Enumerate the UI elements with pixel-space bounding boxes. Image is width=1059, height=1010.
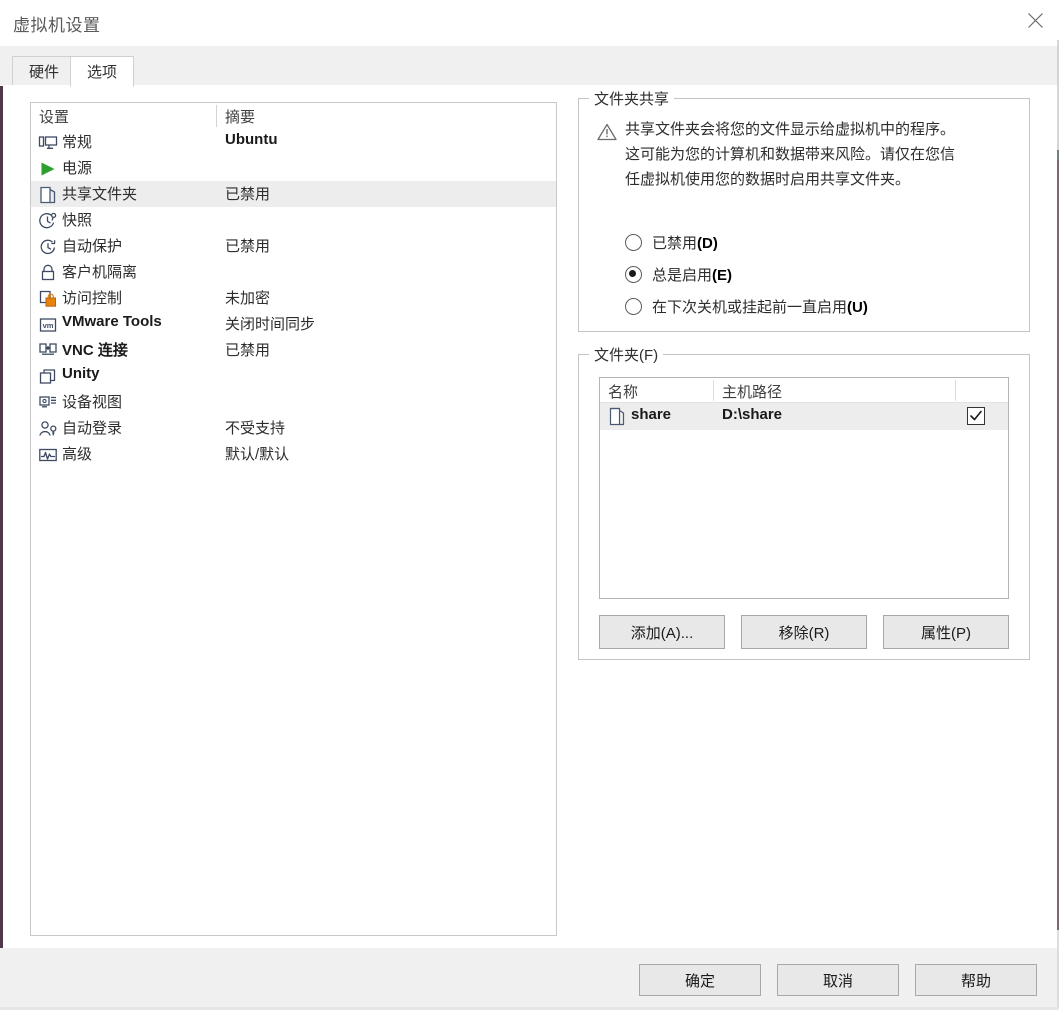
settings-list-item-summary: 不受支持 <box>225 417 285 438</box>
tab-options-label: 选项 <box>87 61 117 82</box>
column-divider <box>216 105 217 127</box>
settings-list-item-9[interactable]: Unity <box>31 363 556 389</box>
cancel-button[interactable]: 取消 <box>777 964 899 996</box>
settings-list-item-label: 客户机隔离 <box>62 261 137 282</box>
settings-list-item-4[interactable]: 自动保护 已禁用 <box>31 233 556 259</box>
settings-list-item-label: 自动保护 <box>62 235 122 256</box>
radio-mark <box>625 298 642 315</box>
unity-icon <box>38 367 58 387</box>
settings-list-header: 设置 摘要 <box>31 103 556 129</box>
settings-list-item-label: 访问控制 <box>62 287 122 308</box>
window-title: 虚拟机设置 <box>13 11 101 36</box>
vmware-tools-icon: vm <box>38 315 58 335</box>
folders-table-header: 名称 主机路径 <box>600 378 1008 403</box>
settings-list-item-label: VNC 连接 <box>62 339 128 360</box>
settings-list-item-summary: 已禁用 <box>225 235 270 256</box>
settings-list-item-summary: 未加密 <box>225 287 270 308</box>
warning-triangle-icon <box>597 123 617 141</box>
radio-sharing-disabled-label: 已禁用(D) <box>652 232 718 253</box>
settings-list-item-6[interactable]: 访问控制 未加密 <box>31 285 556 311</box>
settings-list[interactable]: 设置 摘要 常规Ubuntu电源共享文件夹已禁用快照自动保护已禁用客户机隔离访问… <box>30 102 557 936</box>
settings-list-item-2[interactable]: 共享文件夹 已禁用 <box>31 181 556 207</box>
settings-list-item-1[interactable]: 电源 <box>31 155 556 181</box>
settings-list-item-summary: 已禁用 <box>225 339 270 360</box>
radio-sharing-always-enabled-label: 总是启用(E) <box>652 264 732 285</box>
radio-sharing-until-shutdown[interactable]: 在下次关机或挂起前一直启用(U) <box>625 296 868 317</box>
settings-list-item-label: 高级 <box>62 443 92 464</box>
folders-column-path: 主机路径 <box>722 381 782 402</box>
settings-list-item-3[interactable]: 快照 <box>31 207 556 233</box>
svg-text:vm: vm <box>43 321 54 330</box>
settings-list-item-label: 自动登录 <box>62 417 122 438</box>
settings-list-item-summary: 默认/默认 <box>225 443 289 464</box>
radio-sharing-disabled[interactable]: 已禁用(D) <box>625 232 718 253</box>
settings-list-item-label: 设备视图 <box>62 391 122 412</box>
folders-table[interactable]: 名称 主机路径 share <box>599 377 1009 599</box>
folder-name-cell: share <box>631 406 671 423</box>
monitor-icon <box>38 133 58 153</box>
settings-list-item-summary: 已禁用 <box>225 183 270 204</box>
column-header-setting: 设置 <box>39 106 69 127</box>
settings-list-item-label: 共享文件夹 <box>62 183 137 204</box>
window-edge-left <box>0 86 3 948</box>
remove-folder-button[interactable]: 移除(R) <box>741 615 867 649</box>
settings-list-item-7[interactable]: vm VMware Tools 关闭时间同步 <box>31 311 556 337</box>
close-icon[interactable] <box>1012 0 1059 40</box>
settings-list-item-10[interactable]: 设备视图 <box>31 389 556 415</box>
help-button[interactable]: 帮助 <box>915 964 1037 996</box>
folder-path-cell: D:\share <box>722 406 782 423</box>
folders-column-divider <box>713 380 714 401</box>
autologon-icon <box>38 419 58 439</box>
column-header-summary: 摘要 <box>225 106 255 127</box>
folder-action-buttons: 添加(A)... 移除(R) 属性(P) <box>599 615 1009 649</box>
radio-sharing-until-shutdown-label: 在下次关机或挂起前一直启用(U) <box>652 296 868 317</box>
settings-list-item-summary: 关闭时间同步 <box>225 313 315 334</box>
folder-sharing-title: 文件夹共享 <box>589 88 674 109</box>
play-icon <box>38 159 58 179</box>
access-control-icon <box>38 289 58 309</box>
options-panel: 文件夹共享 共享文件夹会将您的文件显示给虚拟机中的程序。这可能为您的计算机和数据… <box>578 98 1030 660</box>
settings-list-item-label: Unity <box>62 365 100 382</box>
advanced-icon <box>38 445 58 465</box>
snapshot-icon <box>38 211 58 231</box>
table-row[interactable]: share D:\share <box>600 403 1008 430</box>
folder-properties-button[interactable]: 属性(P) <box>883 615 1009 649</box>
settings-list-item-12[interactable]: 高级 默认/默认 <box>31 441 556 467</box>
settings-list-item-label: 快照 <box>62 209 92 230</box>
device-view-icon <box>38 393 58 413</box>
dialog-button-bar: 确定 取消 帮助 <box>0 948 1059 1010</box>
settings-list-item-summary: Ubuntu <box>225 131 277 148</box>
lock-icon <box>38 263 58 283</box>
settings-list-item-8[interactable]: VNC 连接 已禁用 <box>31 337 556 363</box>
tab-hardware-label: 硬件 <box>29 61 59 82</box>
folder-sharing-warning-text: 共享文件夹会将您的文件显示给虚拟机中的程序。这可能为您的计算机和数据带来风险。请… <box>625 117 955 192</box>
content-area: 设置 摘要 常规Ubuntu电源共享文件夹已禁用快照自动保护已禁用客户机隔离访问… <box>0 86 1059 948</box>
folder-icon <box>608 407 626 426</box>
settings-list-item-label: VMware Tools <box>62 313 162 330</box>
title-bar: 虚拟机设置 <box>0 0 1059 46</box>
shared-folder-icon <box>38 185 58 205</box>
radio-mark <box>625 234 642 251</box>
folders-group: 文件夹(F) 名称 主机路径 <box>578 354 1030 660</box>
folder-enabled-checkbox[interactable] <box>967 407 985 425</box>
tab-strip: 硬件 选项 <box>0 46 1059 86</box>
tab-options[interactable]: 选项 <box>70 56 134 87</box>
folders-title: 文件夹(F) <box>589 344 663 365</box>
radio-mark-selected <box>625 266 642 283</box>
settings-list-item-label: 电源 <box>62 157 92 178</box>
radio-sharing-always-enabled[interactable]: 总是启用(E) <box>625 264 732 285</box>
settings-list-item-5[interactable]: 客户机隔离 <box>31 259 556 285</box>
folders-column-divider <box>955 380 956 401</box>
tab-hardware[interactable]: 硬件 <box>12 56 76 86</box>
vm-settings-dialog: 虚拟机设置 硬件 选项 设置 摘要 常规Ubuntu电源共享文件夹已禁用快照自动… <box>0 0 1059 1010</box>
autoprotect-icon <box>38 237 58 257</box>
vnc-icon <box>38 341 58 361</box>
ok-button[interactable]: 确定 <box>639 964 761 996</box>
settings-list-item-0[interactable]: 常规 Ubuntu <box>31 129 556 155</box>
settings-list-item-label: 常规 <box>62 131 92 152</box>
folder-sharing-group: 文件夹共享 共享文件夹会将您的文件显示给虚拟机中的程序。这可能为您的计算机和数据… <box>578 98 1030 332</box>
folders-column-name: 名称 <box>608 381 638 402</box>
settings-list-item-11[interactable]: 自动登录 不受支持 <box>31 415 556 441</box>
add-folder-button[interactable]: 添加(A)... <box>599 615 725 649</box>
